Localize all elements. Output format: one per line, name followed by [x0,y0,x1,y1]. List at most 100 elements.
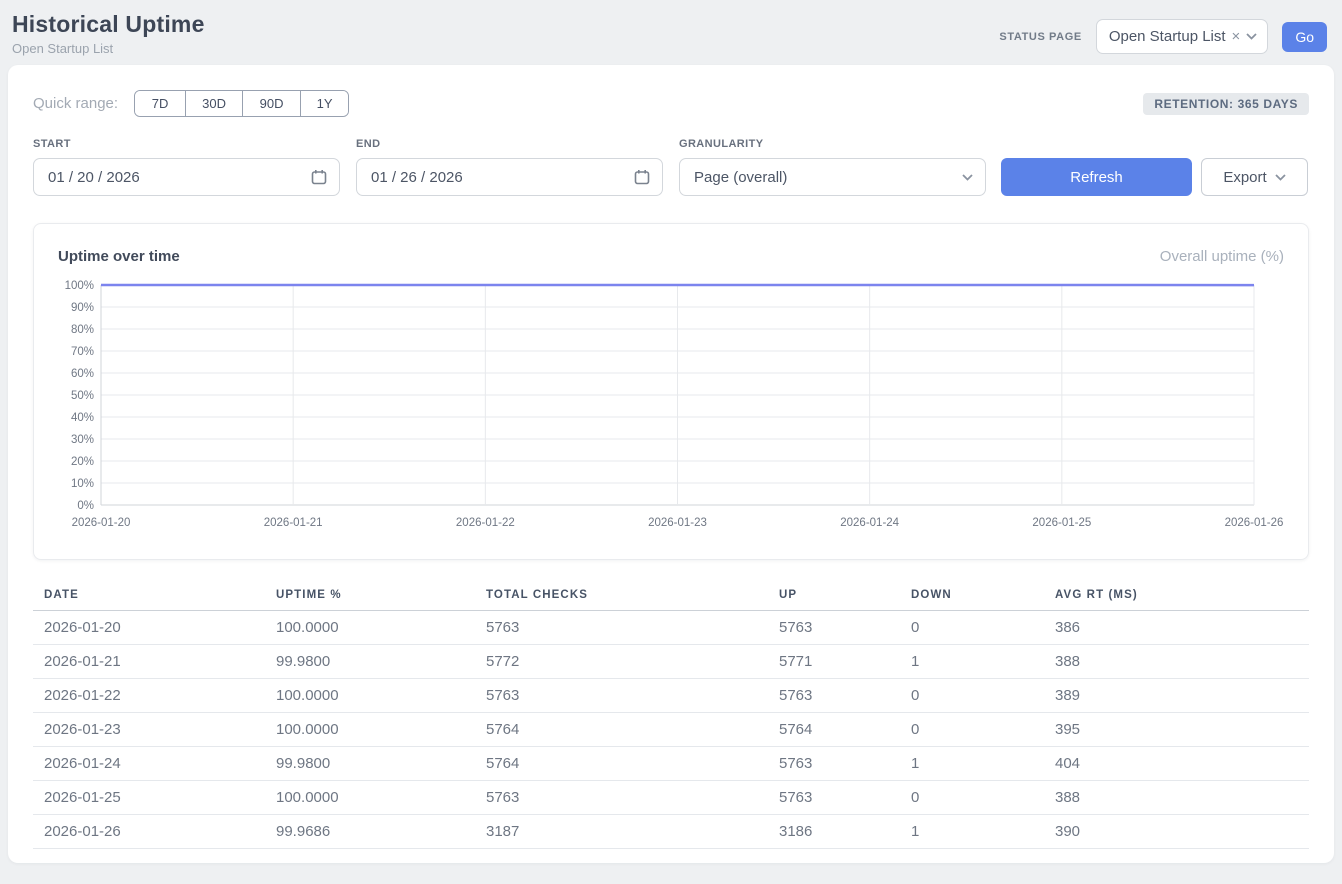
table-cell: 2026-01-25 [33,781,276,815]
table-cell: 1 [911,645,1055,679]
table-cell: 99.9800 [276,645,486,679]
start-label: START [33,138,340,150]
svg-text:20%: 20% [71,456,94,468]
start-date-field: START 01 / 20 / 2026 [33,138,340,196]
table-cell: 395 [1055,713,1309,747]
export-button-label: Export [1223,169,1266,186]
uptime-table-body: 2026-01-20100.00005763576303862026-01-21… [33,611,1309,849]
page-title: Historical Uptime [12,11,205,38]
svg-text:90%: 90% [71,302,94,314]
table-cell: 5764 [486,747,779,781]
table-cell: 5764 [486,713,779,747]
svg-text:100%: 100% [65,280,94,292]
table-cell: 2026-01-24 [33,747,276,781]
table-cell: 3187 [486,815,779,849]
table-cell: 5763 [486,679,779,713]
svg-text:70%: 70% [71,346,94,358]
end-date-value: 01 / 26 / 2026 [371,169,463,186]
svg-text:2026-01-26: 2026-01-26 [1225,517,1284,529]
uptime-chart-card: Uptime over time Overall uptime (%) 0% 10… [33,223,1309,560]
start-date-input[interactable]: 01 / 20 / 2026 [33,158,340,196]
filter-form-row: START 01 / 20 / 2026 END 01 / 26 / 2026 [33,138,1309,196]
table-row: 2026-01-25100.0000576357630388 [33,781,1309,815]
svg-text:2026-01-21: 2026-01-21 [264,517,323,529]
svg-text:2026-01-25: 2026-01-25 [1032,517,1091,529]
end-label: END [356,138,663,150]
granularity-select[interactable]: Page (overall) [679,158,986,196]
calendar-icon[interactable] [634,169,650,185]
table-cell: 388 [1055,645,1309,679]
table-cell: 5763 [779,611,911,645]
status-page-select[interactable]: Open Startup List × [1096,19,1269,54]
svg-text:40%: 40% [71,412,94,424]
chart-title: Uptime over time [58,248,180,265]
table-cell: 0 [911,713,1055,747]
title-block: Historical Uptime Open Startup List [12,11,205,56]
table-cell: 386 [1055,611,1309,645]
page-subtitle: Open Startup List [12,41,205,56]
chevron-down-icon [962,174,973,181]
status-page-label: STATUS PAGE [999,31,1081,43]
granularity-field: GRANULARITY Page (overall) [679,138,986,196]
table-cell: 5763 [486,781,779,815]
column-header-uptime: UPTIME % [276,583,486,611]
quick-range-30d-button[interactable]: 30D [185,91,242,116]
table-cell: 3186 [779,815,911,849]
column-header-avg-rt: AVG RT (MS) [1055,583,1309,611]
table-cell: 0 [911,781,1055,815]
svg-text:0%: 0% [77,500,94,512]
table-cell: 5764 [779,713,911,747]
column-header-total-checks: TOTAL CHECKS [486,583,779,611]
svg-text:2026-01-24: 2026-01-24 [840,517,899,529]
svg-text:2026-01-23: 2026-01-23 [648,517,707,529]
svg-text:2026-01-22: 2026-01-22 [456,517,515,529]
chevron-down-icon [1246,33,1257,40]
table-row: 2026-01-2699.9686318731861390 [33,815,1309,849]
table-cell: 99.9686 [276,815,486,849]
end-date-input[interactable]: 01 / 26 / 2026 [356,158,663,196]
quick-range-90d-button[interactable]: 90D [242,91,300,116]
start-date-value: 01 / 20 / 2026 [48,169,140,186]
table-cell: 389 [1055,679,1309,713]
table-cell: 2026-01-21 [33,645,276,679]
go-button[interactable]: Go [1282,22,1327,52]
status-page-selected-value: Open Startup List [1109,28,1226,45]
clear-selection-icon[interactable]: × [1232,28,1241,45]
table-cell: 100.0000 [276,611,486,645]
column-header-up: UP [779,583,911,611]
chart-header: Uptime over time Overall uptime (%) [58,248,1284,265]
column-header-down: DOWN [911,583,1055,611]
top-header: Historical Uptime Open Startup List STAT… [0,0,1342,56]
uptime-table: DATE UPTIME % TOTAL CHECKS UP DOWN AVG R… [33,583,1309,849]
table-cell: 100.0000 [276,781,486,815]
svg-text:2026-01-20: 2026-01-20 [72,517,131,529]
export-button[interactable]: Export [1201,158,1308,196]
calendar-icon[interactable] [311,169,327,185]
table-cell: 5763 [779,781,911,815]
quick-range-7d-button[interactable]: 7D [135,91,185,116]
table-row: 2026-01-20100.0000576357630386 [33,611,1309,645]
table-cell: 5763 [779,747,911,781]
end-date-field: END 01 / 26 / 2026 [356,138,663,196]
refresh-button[interactable]: Refresh [1001,158,1192,196]
quick-range-row: Quick range: 7D 30D 90D 1Y RETENTION: 36… [33,90,1309,117]
table-cell: 0 [911,611,1055,645]
table-cell: 388 [1055,781,1309,815]
status-page-controls: STATUS PAGE Open Startup List × Go [999,19,1327,54]
quick-range-group: 7D 30D 90D 1Y [134,90,349,117]
quick-range-1y-button[interactable]: 1Y [300,91,348,116]
table-cell: 99.9800 [276,747,486,781]
table-cell: 2026-01-26 [33,815,276,849]
table-cell: 2026-01-23 [33,713,276,747]
table-row: 2026-01-23100.0000576457640395 [33,713,1309,747]
chart-legend: Overall uptime (%) [1160,248,1284,265]
table-cell: 1 [911,815,1055,849]
table-cell: 2026-01-22 [33,679,276,713]
granularity-label: GRANULARITY [679,138,986,150]
table-cell: 2026-01-20 [33,611,276,645]
table-cell: 100.0000 [276,713,486,747]
svg-text:60%: 60% [71,368,94,380]
table-row: 2026-01-2499.9800576457631404 [33,747,1309,781]
svg-text:10%: 10% [71,478,94,490]
svg-text:80%: 80% [71,324,94,336]
